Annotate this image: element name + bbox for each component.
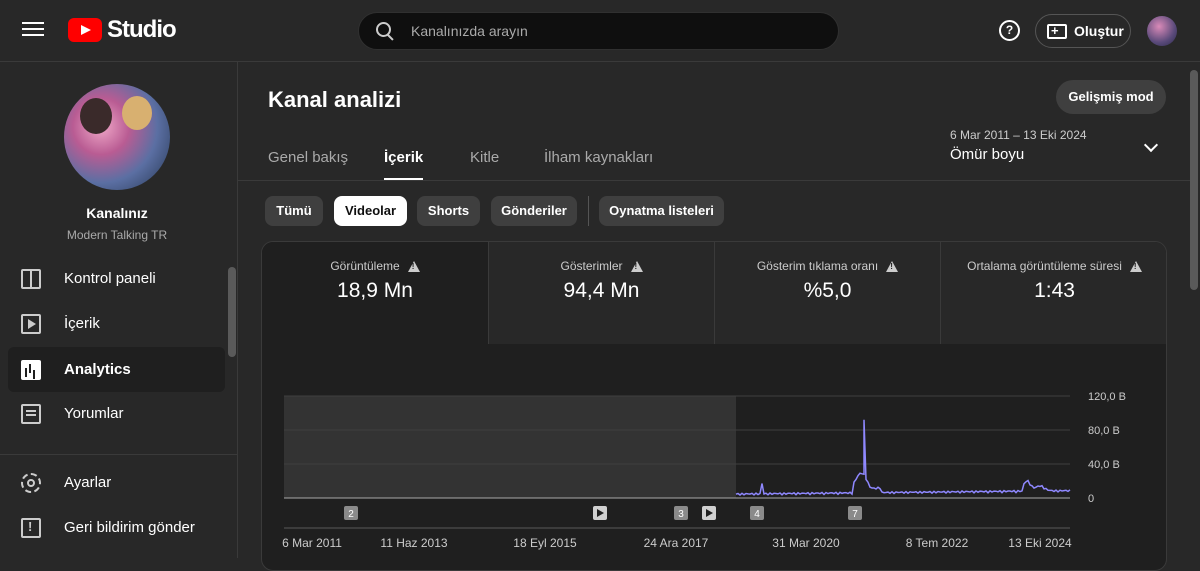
- sidebar-item-content[interactable]: İçerik: [8, 301, 225, 346]
- chip-posts[interactable]: Gönderiler: [491, 196, 577, 226]
- x-tick-label: 18 Eyl 2015: [513, 536, 577, 550]
- top-bar: Studio ? Oluştur: [0, 0, 1200, 62]
- channel-avatar[interactable]: [64, 84, 170, 190]
- search-icon[interactable]: [376, 22, 394, 40]
- x-tick-label: 24 Ara 2017: [644, 536, 709, 550]
- chip-videos[interactable]: Videolar: [334, 196, 407, 226]
- sidebar-item-settings[interactable]: Ayarlar: [8, 460, 225, 505]
- tab-audience[interactable]: Kitle: [470, 149, 499, 181]
- channel-name: Kanalınız: [86, 205, 148, 221]
- create-button[interactable]: Oluştur: [1035, 14, 1131, 48]
- content-icon: [21, 313, 41, 334]
- y-tick-label: 120,0 B: [1088, 391, 1126, 403]
- tab-overview[interactable]: Genel bakış: [268, 149, 348, 181]
- chip-separator: [588, 196, 589, 226]
- dashboard-icon: [21, 268, 41, 289]
- tabs-divider: [238, 180, 1192, 181]
- logo-text: Studio: [107, 16, 177, 43]
- sidebar-item-label: Yorumlar: [64, 405, 124, 422]
- y-tick-label: 80,0 B: [1088, 425, 1120, 437]
- sidebar-item-comments[interactable]: Yorumlar: [8, 391, 225, 436]
- gear-icon: [21, 472, 41, 493]
- marker-label: 7: [852, 509, 858, 520]
- page-scrollbar[interactable]: [1190, 70, 1198, 290]
- marker-label: 2: [348, 509, 354, 520]
- feedback-icon: [21, 517, 41, 538]
- x-tick-label: 8 Tem 2022: [906, 536, 969, 550]
- analytics-icon: [21, 359, 41, 380]
- advanced-mode-button[interactable]: Gelişmiş mod: [1056, 80, 1166, 114]
- metrics-card: Görüntüleme 18,9 Mn Gösterimler 94,4 Mn …: [261, 241, 1167, 571]
- sidebar-scrollbar[interactable]: [228, 267, 236, 357]
- youtube-logo-icon: [68, 18, 102, 42]
- chip-shorts[interactable]: Shorts: [417, 196, 480, 226]
- youtube-studio-logo[interactable]: Studio: [68, 16, 177, 44]
- create-video-icon: [1047, 23, 1067, 39]
- sidebar-item-label: Geri bildirim gönder: [64, 519, 195, 536]
- main-content: Kanal analizi Gelişmiş mod Genel bakış İ…: [238, 62, 1200, 571]
- sidebar-item-label: Analytics: [64, 361, 131, 378]
- channel-handle: Modern Talking TR: [66, 228, 168, 242]
- account-avatar[interactable]: [1147, 16, 1177, 46]
- search-input[interactable]: [411, 23, 838, 39]
- pre-period-shading: [284, 396, 736, 498]
- views-chart[interactable]: 120,0 B 80,0 B 40,0 B 0 2 3 4 7 6 Mar 2011 11 Haz…: [262, 242, 1167, 571]
- sidebar-item-label: Kontrol paneli: [64, 270, 156, 287]
- tab-content[interactable]: İçerik: [384, 149, 424, 181]
- marker-label: 3: [678, 509, 684, 520]
- page-title: Kanal analizi: [268, 87, 402, 112]
- help-icon[interactable]: ?: [999, 20, 1020, 41]
- y-tick-label: 40,0 B: [1088, 459, 1120, 471]
- x-tick-label: 11 Haz 2013: [380, 536, 447, 550]
- y-tick-label: 0: [1088, 493, 1094, 505]
- date-range[interactable]: 6 Mar 2011 – 13 Eki 2024: [950, 128, 1087, 142]
- sidebar-item-dashboard[interactable]: Kontrol paneli: [8, 256, 225, 301]
- period-label[interactable]: Ömür boyu: [950, 146, 1024, 163]
- hamburger-menu-icon[interactable]: [20, 18, 46, 44]
- chip-all[interactable]: Tümü: [265, 196, 323, 226]
- search-bar[interactable]: [358, 12, 839, 50]
- sidebar-item-analytics[interactable]: Analytics: [8, 347, 225, 392]
- views-line: [735, 419, 1071, 496]
- create-button-label: Oluştur: [1074, 23, 1124, 39]
- sidebar-item-label: Ayarlar: [64, 474, 112, 491]
- tab-inspiration[interactable]: İlham kaynakları: [544, 149, 653, 181]
- chevron-down-icon[interactable]: [1143, 137, 1159, 153]
- x-tick-label: 13 Eki 2024: [1008, 536, 1072, 550]
- sidebar-item-label: İçerik: [64, 315, 100, 332]
- marker-label: 4: [754, 509, 760, 520]
- chip-playlists[interactable]: Oynatma listeleri: [599, 196, 724, 226]
- sidebar-item-feedback[interactable]: Geri bildirim gönder: [8, 505, 225, 550]
- sidebar: Kanalınız Modern Talking TR Kontrol pane…: [0, 62, 238, 558]
- comments-icon: [21, 403, 41, 424]
- sidebar-divider: [0, 454, 237, 455]
- x-tick-label: 31 Mar 2020: [772, 536, 840, 550]
- x-tick-label: 6 Mar 2011: [282, 536, 342, 550]
